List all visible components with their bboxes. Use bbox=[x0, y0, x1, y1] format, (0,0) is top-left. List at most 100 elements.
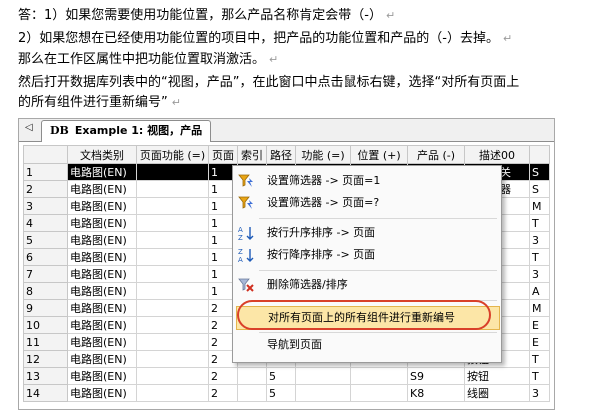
table-cell[interactable]: M bbox=[529, 197, 550, 215]
column-header[interactable]: 位置 (+) bbox=[350, 145, 408, 164]
row-number[interactable]: 9 bbox=[23, 299, 68, 317]
table-cell[interactable]: 电路图(EN) bbox=[67, 214, 137, 232]
table-cell[interactable]: A bbox=[529, 282, 550, 300]
row-number[interactable]: 10 bbox=[23, 316, 68, 334]
table-cell[interactable] bbox=[295, 367, 351, 385]
row-number[interactable]: 5 bbox=[23, 231, 68, 249]
svg-text:A: A bbox=[238, 226, 243, 234]
table-cell[interactable]: 电路图(EN) bbox=[67, 333, 137, 351]
table-cell[interactable]: 5 bbox=[266, 384, 296, 402]
table-cell[interactable]: 电路图(EN) bbox=[67, 180, 137, 198]
table-cell[interactable]: T bbox=[529, 350, 550, 368]
table-cell[interactable]: T bbox=[529, 248, 550, 266]
menu-item-sort-descending[interactable]: Z A 按行降序排序 -> 页面 bbox=[236, 244, 498, 266]
table-cell[interactable]: S bbox=[529, 180, 550, 198]
table-cell[interactable] bbox=[136, 231, 209, 249]
table-cell[interactable]: 电路图(EN) bbox=[67, 384, 137, 402]
table-cell[interactable]: 电路图(EN) bbox=[67, 282, 137, 300]
column-header[interactable]: 路径 bbox=[266, 145, 296, 164]
table-row[interactable]: 13 电路图(EN) 2 5 S9 按钮 T bbox=[23, 367, 550, 385]
table-cell[interactable] bbox=[136, 384, 209, 402]
table-cell[interactable]: 电路图(EN) bbox=[67, 197, 137, 215]
table-cell[interactable] bbox=[136, 265, 209, 283]
column-header[interactable] bbox=[529, 145, 550, 164]
column-header[interactable]: 文档类别 bbox=[67, 145, 137, 164]
table-cell[interactable]: 5 bbox=[266, 367, 296, 385]
column-header[interactable] bbox=[23, 145, 68, 164]
menu-item-navigate-to-page[interactable]: 导航到页面 bbox=[236, 334, 498, 356]
table-cell[interactable] bbox=[295, 384, 351, 402]
table-cell[interactable]: 电路图(EN) bbox=[67, 265, 137, 283]
table-cell[interactable]: S9 bbox=[407, 367, 465, 385]
doc-line-2: 2）如果您想在已经使用功能位置的项目中，把产品的功能位置和产品的（-）去掉。 ↵ bbox=[18, 31, 513, 46]
table-cell[interactable]: 2 bbox=[208, 367, 238, 385]
table-cell[interactable] bbox=[136, 299, 209, 317]
table-cell[interactable] bbox=[136, 367, 209, 385]
table-cell[interactable]: 电路图(EN) bbox=[67, 299, 137, 317]
row-number[interactable]: 3 bbox=[23, 197, 68, 215]
menu-item-set-filter-page-1[interactable]: 设置筛选器 -> 页面=1 bbox=[236, 170, 498, 192]
table-cell[interactable]: 线圈 bbox=[464, 384, 530, 402]
table-cell[interactable]: 3 bbox=[529, 265, 550, 283]
table-cell[interactable]: 3 bbox=[529, 384, 550, 402]
table-cell[interactable] bbox=[237, 384, 267, 402]
remove-filter-icon bbox=[238, 278, 254, 292]
table-cell[interactable]: 按钮 bbox=[464, 367, 530, 385]
table-cell[interactable]: 电路图(EN) bbox=[67, 231, 137, 249]
table-cell[interactable]: M bbox=[529, 299, 550, 317]
grid-header-row: 文档类别 页面功能 (=) 页面 索引 路径 功能 (=) 位置 (+) 产品 … bbox=[23, 145, 550, 164]
table-cell[interactable] bbox=[136, 197, 209, 215]
table-cell[interactable] bbox=[136, 248, 209, 266]
table-cell[interactable]: 2 bbox=[208, 384, 238, 402]
menu-item-sort-ascending[interactable]: A Z 按行升序排序 -> 页面 bbox=[236, 222, 498, 244]
column-header[interactable]: 页面功能 (=) bbox=[136, 145, 209, 164]
table-cell[interactable]: 电路图(EN) bbox=[67, 163, 137, 181]
table-cell[interactable]: K8 bbox=[407, 384, 465, 402]
row-number[interactable]: 4 bbox=[23, 214, 68, 232]
table-cell[interactable] bbox=[136, 214, 209, 232]
table-cell[interactable] bbox=[136, 316, 209, 334]
table-cell[interactable] bbox=[237, 367, 267, 385]
table-cell[interactable]: 电路图(EN) bbox=[67, 316, 137, 334]
column-header[interactable]: 产品 (-) bbox=[407, 145, 465, 164]
tab-view-products[interactable]: DB Example 1: 视图，产品 bbox=[41, 120, 212, 142]
tab-db-label: DB bbox=[50, 124, 69, 137]
table-cell[interactable]: E bbox=[529, 333, 550, 351]
table-cell[interactable]: 电路图(EN) bbox=[67, 248, 137, 266]
tab-scroll-left-icon[interactable]: ◁ bbox=[25, 122, 33, 133]
table-cell[interactable]: T bbox=[529, 214, 550, 232]
row-number[interactable]: 1 bbox=[23, 163, 68, 181]
row-number[interactable]: 14 bbox=[23, 384, 68, 402]
table-cell[interactable]: T bbox=[529, 367, 550, 385]
table-cell[interactable]: 电路图(EN) bbox=[67, 350, 137, 368]
table-cell[interactable] bbox=[136, 180, 209, 198]
row-number[interactable]: 12 bbox=[23, 350, 68, 368]
table-cell[interactable] bbox=[136, 282, 209, 300]
table-cell[interactable]: 电路图(EN) bbox=[67, 367, 137, 385]
table-cell[interactable] bbox=[350, 384, 408, 402]
doc-line-3: 那么在工作区属性中把功能位置取消激活。 ↵ bbox=[18, 52, 279, 67]
table-cell[interactable]: E bbox=[529, 316, 550, 334]
row-number[interactable]: 6 bbox=[23, 248, 68, 266]
column-header[interactable]: 页面 bbox=[208, 145, 238, 164]
table-cell[interactable]: S bbox=[529, 163, 550, 181]
annotation-highlight-oval bbox=[237, 300, 491, 330]
context-menu: 设置筛选器 -> 页面=1 设置筛选器 -> 页面=? A Z 按行升序排序 -… bbox=[232, 165, 502, 363]
row-number[interactable]: 13 bbox=[23, 367, 68, 385]
column-header[interactable]: 功能 (=) bbox=[295, 145, 351, 164]
row-number[interactable]: 8 bbox=[23, 282, 68, 300]
row-number[interactable]: 11 bbox=[23, 333, 68, 351]
column-header[interactable]: 索引 bbox=[237, 145, 267, 164]
table-row[interactable]: 14 电路图(EN) 2 5 K8 线圈 3 bbox=[23, 384, 550, 402]
table-cell[interactable] bbox=[136, 350, 209, 368]
menu-item-set-filter-page-any[interactable]: 设置筛选器 -> 页面=? bbox=[236, 192, 498, 214]
menu-separator bbox=[259, 218, 497, 219]
menu-item-remove-filter-sort[interactable]: 删除筛选器/排序 bbox=[236, 274, 498, 296]
row-number[interactable]: 2 bbox=[23, 180, 68, 198]
table-cell[interactable] bbox=[350, 367, 408, 385]
table-cell[interactable]: 3 bbox=[529, 231, 550, 249]
table-cell[interactable] bbox=[136, 333, 209, 351]
row-number[interactable]: 7 bbox=[23, 265, 68, 283]
column-header[interactable]: 描述00 bbox=[464, 145, 530, 164]
table-cell[interactable] bbox=[136, 163, 209, 181]
